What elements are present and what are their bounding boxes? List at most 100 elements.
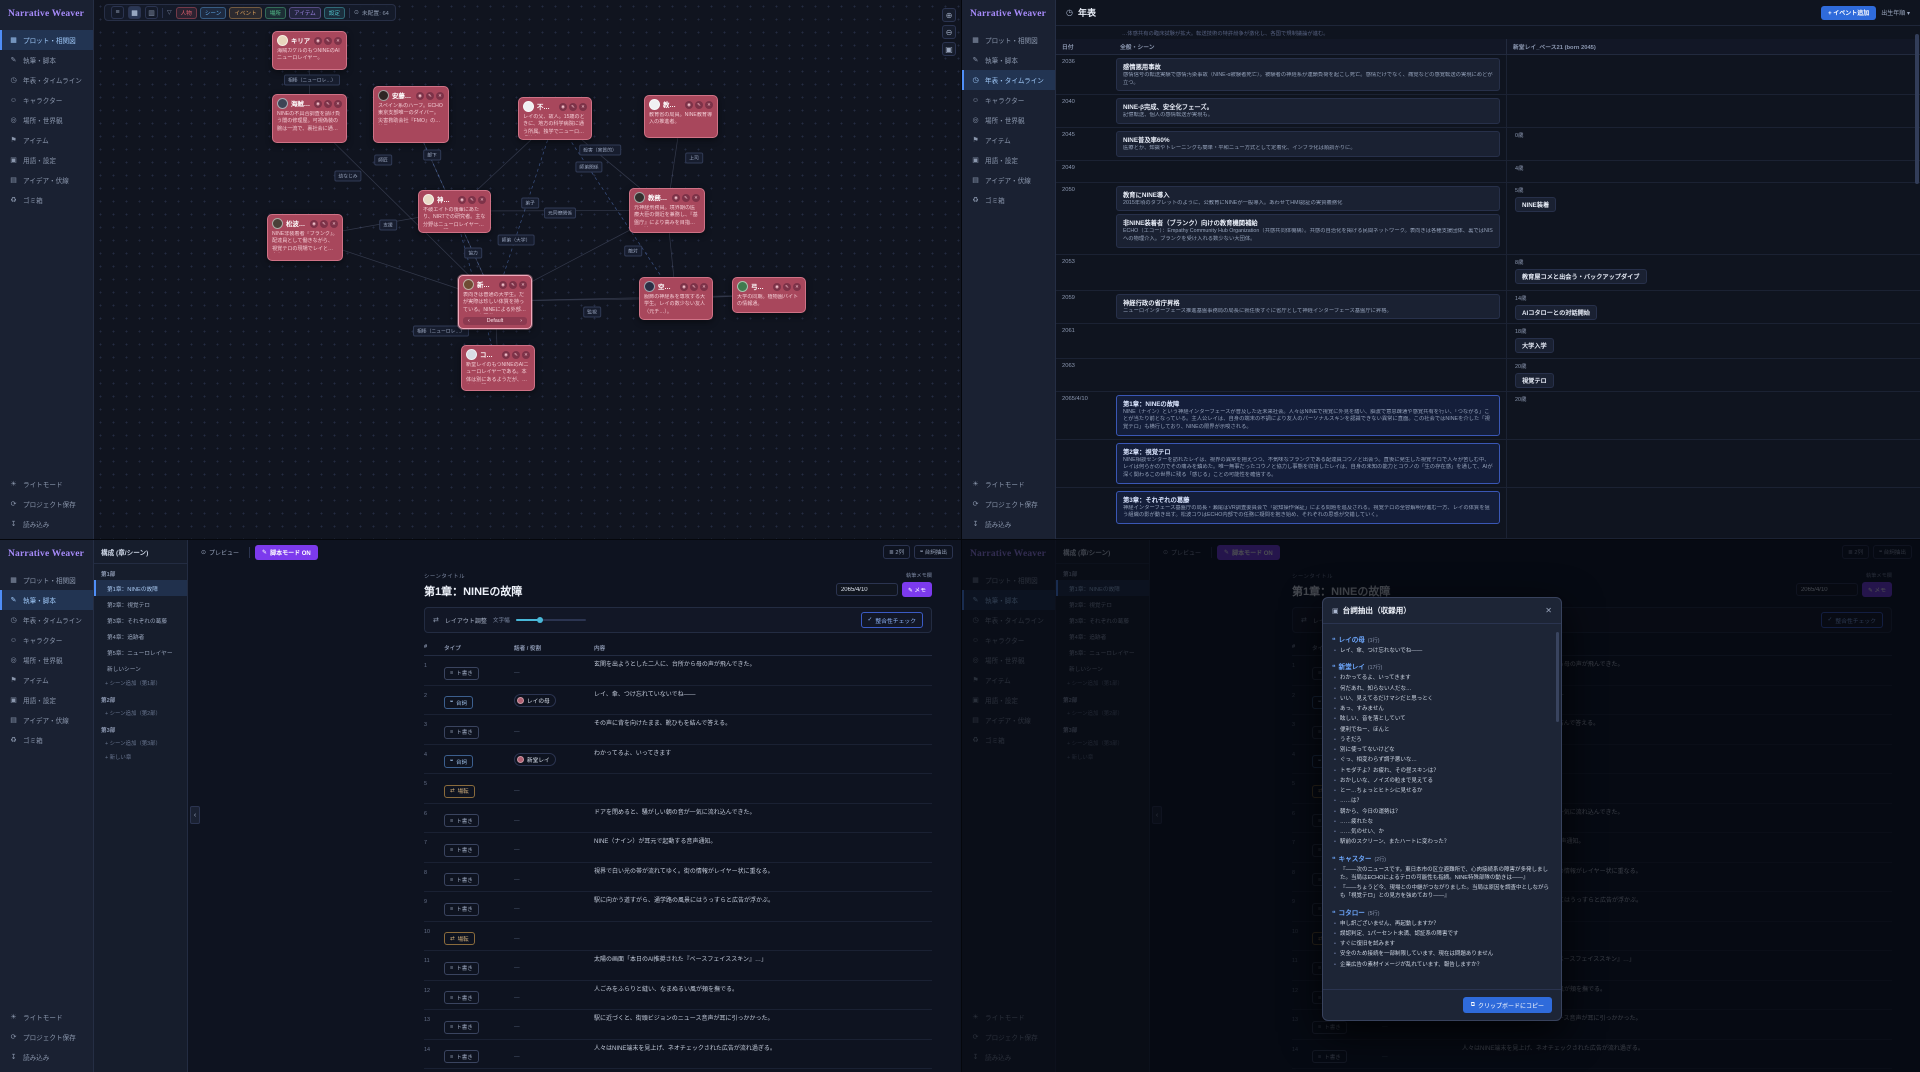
row-type-chip[interactable]: ❝台詞	[444, 755, 473, 768]
row-type-chip[interactable]: ⇄場転	[444, 932, 475, 945]
preview-button[interactable]: ⊙プレビュー	[196, 546, 244, 560]
sidebar-item-2[interactable]: ◷年表・タイムライン	[0, 70, 93, 90]
script-row[interactable]: 7≡ト書き—NINE（ナイン）が耳元で起動する音声通知。	[424, 833, 932, 863]
grid-view-icon[interactable]: ▦	[128, 6, 141, 19]
script-row[interactable]: 3≡ト書き—その声に背を向けたまま、靴ひもを結んで答える。	[424, 715, 932, 745]
character-card[interactable]: 松波コウ◉✎✕NINE非装着者『ブランク』。配達員として働きながら、視覚テロの現…	[267, 214, 343, 261]
row-type-chip[interactable]: ≡ト書き	[444, 1050, 479, 1063]
character-card[interactable]: 新堂レイ◉✎✕表向きは普通の大学生。だが実際は珍しい体質を持っている。NINEに…	[458, 275, 532, 329]
sidebar-item-5[interactable]: ⚑アイテム	[0, 130, 93, 150]
row-type-chip[interactable]: ≡ト書き	[444, 1021, 479, 1034]
edit-icon[interactable]: ✎	[569, 103, 577, 111]
delete-icon[interactable]: ✕	[436, 92, 444, 100]
columns-button[interactable]: ≣ 2列	[883, 545, 910, 559]
script-mode-toggle[interactable]: ✎脚本モード ON	[255, 545, 318, 560]
edit-icon[interactable]: ✎	[426, 92, 434, 100]
edit-icon[interactable]: ✎	[320, 220, 328, 228]
character-card[interactable]: キリア◉✎✕海賊カケルのもつNINEのAIニューロレイヤー。	[272, 31, 347, 70]
column-view-icon[interactable]: ▥	[145, 6, 158, 19]
age-event-note[interactable]: NINE装着	[1515, 197, 1556, 212]
edit-icon[interactable]: ✎	[324, 100, 332, 108]
delete-icon[interactable]: ✕	[478, 196, 486, 204]
sidebar-item-7[interactable]: ▤アイデア・伏線	[962, 170, 1055, 190]
filter-chip[interactable]: イベント	[229, 7, 261, 19]
row-type-chip[interactable]: ≡ト書き	[444, 667, 479, 680]
chapter-list-item[interactable]: 第3章：それぞれの葛藤	[94, 612, 187, 628]
sidebar-item-1[interactable]: ✎執筆・脚本	[0, 590, 93, 610]
link-icon[interactable]: ◉	[314, 100, 322, 108]
link-icon[interactable]: ◉	[314, 37, 322, 45]
link-icon[interactable]: ◉	[685, 101, 693, 109]
list-view-icon[interactable]: ≡	[111, 6, 124, 19]
memo-date-input[interactable]	[836, 583, 898, 596]
sidebar-item-1[interactable]: ✎執筆・脚本	[0, 50, 93, 70]
character-card[interactable]: コタロー◉✎✕新堂レイのもつNINEのAIニューロレイヤーである。本体は別にある…	[461, 345, 535, 391]
edit-icon[interactable]: ✎	[468, 196, 476, 204]
filter-chip[interactable]: 人物	[176, 7, 197, 19]
character-card[interactable]: 海賊カケル◉✎✕NINEの不具合調査を請け負う闇の修理屋。可視偽装の腕は一流で、…	[272, 94, 347, 143]
sidebar-item-1[interactable]: ✎執筆・脚本	[962, 50, 1055, 70]
age-event-note[interactable]: 教育屋コメと出会う・バックアップダイブ	[1515, 269, 1647, 284]
delete-icon[interactable]: ✕	[519, 281, 527, 289]
add-chapter-button[interactable]: + 新しい章	[94, 750, 187, 764]
filter-chip[interactable]: アイテム	[289, 7, 321, 19]
sort-select[interactable]: 出生年順 ▾	[1881, 8, 1910, 17]
memo-button[interactable]: ✎ メモ	[902, 582, 932, 597]
sidebar-item-6[interactable]: ▣用語・設定	[0, 150, 93, 170]
filter-chip[interactable]: シーン	[200, 7, 227, 19]
character-card[interactable]: 教育省トキオ◉✎✕教育省の局員。NINE教育導入の推進者。	[644, 95, 718, 138]
chapter-list-item[interactable]: 第2章：視覚テロ	[94, 596, 187, 612]
link-icon[interactable]: ◉	[458, 196, 466, 204]
sidebar-item-0[interactable]: ▦プロット・相関図	[962, 30, 1055, 50]
character-card[interactable]: 空閑ルカ◉✎✕服飾の神経系を専攻する大学生。レイの数少ない友人（元チ…）。	[639, 277, 713, 320]
zoom-in-icon[interactable]: ⊕	[942, 8, 956, 22]
delete-icon[interactable]: ✕	[705, 101, 713, 109]
edit-icon[interactable]: ✎	[509, 281, 517, 289]
sidebar-item-5[interactable]: ⚑アイテム	[0, 670, 93, 690]
sidebar-item-8[interactable]: ♻ゴミ箱	[0, 730, 93, 750]
modal-scrollbar[interactable]	[1556, 632, 1559, 722]
prev-variant-icon[interactable]: ‹	[468, 318, 470, 324]
link-icon[interactable]: ◉	[502, 351, 510, 359]
script-row[interactable]: 5⇄場転—	[424, 774, 932, 804]
speaker-chip[interactable]: 新堂レイ	[514, 753, 556, 766]
add-event-button[interactable]: + イベント追加	[1821, 6, 1876, 20]
filter-chip[interactable]: 設定	[324, 7, 345, 19]
sidebar-item-7[interactable]: ▤アイデア・伏線	[0, 710, 93, 730]
timeline-event-card[interactable]: 非NINE装着者（ブランク）向けの教育機関補給ECHO（エコー）：Empathy…	[1116, 214, 1500, 247]
row-type-chip[interactable]: ≡ト書き	[444, 844, 479, 857]
consistency-check-button[interactable]: ✓整合性チェック	[861, 612, 923, 628]
delete-icon[interactable]: ✕	[700, 283, 708, 291]
edit-icon[interactable]: ✎	[324, 37, 332, 45]
timeline-chapter-card[interactable]: 第2章：視覚テロNINE相談センターを訪れたレイは、視界の異常を抱えつつ、不気味…	[1116, 443, 1500, 484]
script-row[interactable]: 1≡ト書き—玄関を出ようとした二人に、台所から母の声が飛んできた。	[424, 656, 932, 686]
link-icon[interactable]: ◉	[310, 220, 318, 228]
add-scene-button[interactable]: + シーン追加（第3部）	[94, 736, 187, 750]
age-event-note[interactable]: 大学入学	[1515, 338, 1554, 353]
sidebar-bottom-item-0[interactable]: ☀ライトモード	[0, 1007, 93, 1027]
sidebar-item-3[interactable]: ☺キャラクター	[0, 630, 93, 650]
fit-view-icon[interactable]: ▣	[942, 42, 956, 56]
filter-chip[interactable]: 場所	[265, 7, 286, 19]
row-type-chip[interactable]: ≡ト書き	[444, 903, 479, 916]
add-scene-button[interactable]: + シーン追加（第2部）	[94, 706, 187, 720]
sidebar-item-3[interactable]: ☺キャラクター	[0, 90, 93, 110]
copy-to-clipboard-button[interactable]: ⧉クリップボードにコピー	[1463, 997, 1552, 1013]
sidebar-item-2[interactable]: ◷年表・タイムライン	[0, 610, 93, 630]
add-scene-button[interactable]: + シーン追加（第1部）	[94, 676, 187, 690]
delete-icon[interactable]: ✕	[334, 37, 342, 45]
timeline-event-card[interactable]: NINE-β完成、安全化フェーズ。記憶転送、個人の感情転送が実現も。	[1116, 98, 1500, 124]
script-row[interactable]: 10⇄場転—	[424, 922, 932, 952]
edit-icon[interactable]: ✎	[783, 283, 791, 291]
script-row[interactable]: 14≡ト書き—人々はNINE端末を見上げ、ネオチェックされた広告が流れ過ぎる。	[424, 1040, 932, 1070]
sidebar-item-6[interactable]: ▣用語・設定	[962, 150, 1055, 170]
edit-icon[interactable]: ✎	[512, 351, 520, 359]
script-row[interactable]: 2❝台詞レイの母レイ、傘、つけ忘れていないでね——	[424, 686, 932, 716]
sidebar-item-3[interactable]: ☺キャラクター	[962, 90, 1055, 110]
sidebar-item-7[interactable]: ▤アイデア・伏線	[0, 170, 93, 190]
sidebar-bottom-item-1[interactable]: ⟳プロジェクト保存	[0, 1027, 93, 1047]
edit-icon[interactable]: ✎	[690, 283, 698, 291]
link-icon[interactable]: ◉	[680, 283, 688, 291]
sidebar-item-2[interactable]: ◷年表・タイムライン	[962, 70, 1055, 90]
delete-icon[interactable]: ✕	[692, 194, 700, 202]
